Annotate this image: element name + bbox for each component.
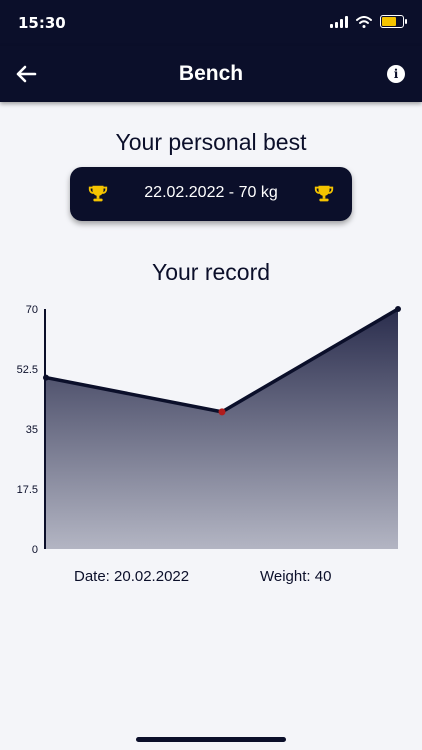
info-button[interactable]: i bbox=[387, 65, 405, 83]
cellular-signal-icon bbox=[330, 15, 348, 28]
personal-best-value: 22.02.2022 - 70 kg bbox=[144, 184, 278, 201]
record-heading: Your record bbox=[151, 259, 271, 285]
trophy-icon bbox=[314, 185, 334, 202]
y-tick-label: 70 bbox=[26, 304, 38, 316]
y-tick-label: 17.5 bbox=[17, 484, 38, 496]
info-icon: i bbox=[393, 67, 399, 81]
chart-point[interactable] bbox=[395, 306, 401, 312]
chart-area-fill bbox=[46, 309, 398, 549]
y-tick-label: 35 bbox=[26, 424, 38, 436]
page-title: Bench bbox=[178, 62, 244, 85]
personal-best-card: 22.02.2022 - 70 kg bbox=[70, 167, 352, 221]
home-indicator bbox=[136, 737, 286, 742]
chart-point[interactable] bbox=[43, 374, 49, 381]
wifi-icon bbox=[356, 15, 372, 28]
status-icons bbox=[330, 15, 407, 28]
y-tick-label: 0 bbox=[32, 544, 38, 556]
status-bar: 15:30 bbox=[0, 0, 422, 46]
battery-icon bbox=[380, 15, 407, 28]
personal-best-heading: Your personal best bbox=[115, 129, 307, 155]
y-tick-label: 52.5 bbox=[17, 364, 38, 376]
record-chart[interactable]: 0 17.5 35 52.5 70 bbox=[0, 295, 422, 565]
status-time: 15:30 bbox=[18, 14, 66, 32]
selected-weight: Weight: 40 bbox=[260, 568, 332, 585]
chart-selected-point[interactable] bbox=[218, 408, 226, 416]
app-bar: Bench i bbox=[0, 46, 422, 102]
selected-date: Date: 20.02.2022 bbox=[74, 568, 190, 585]
